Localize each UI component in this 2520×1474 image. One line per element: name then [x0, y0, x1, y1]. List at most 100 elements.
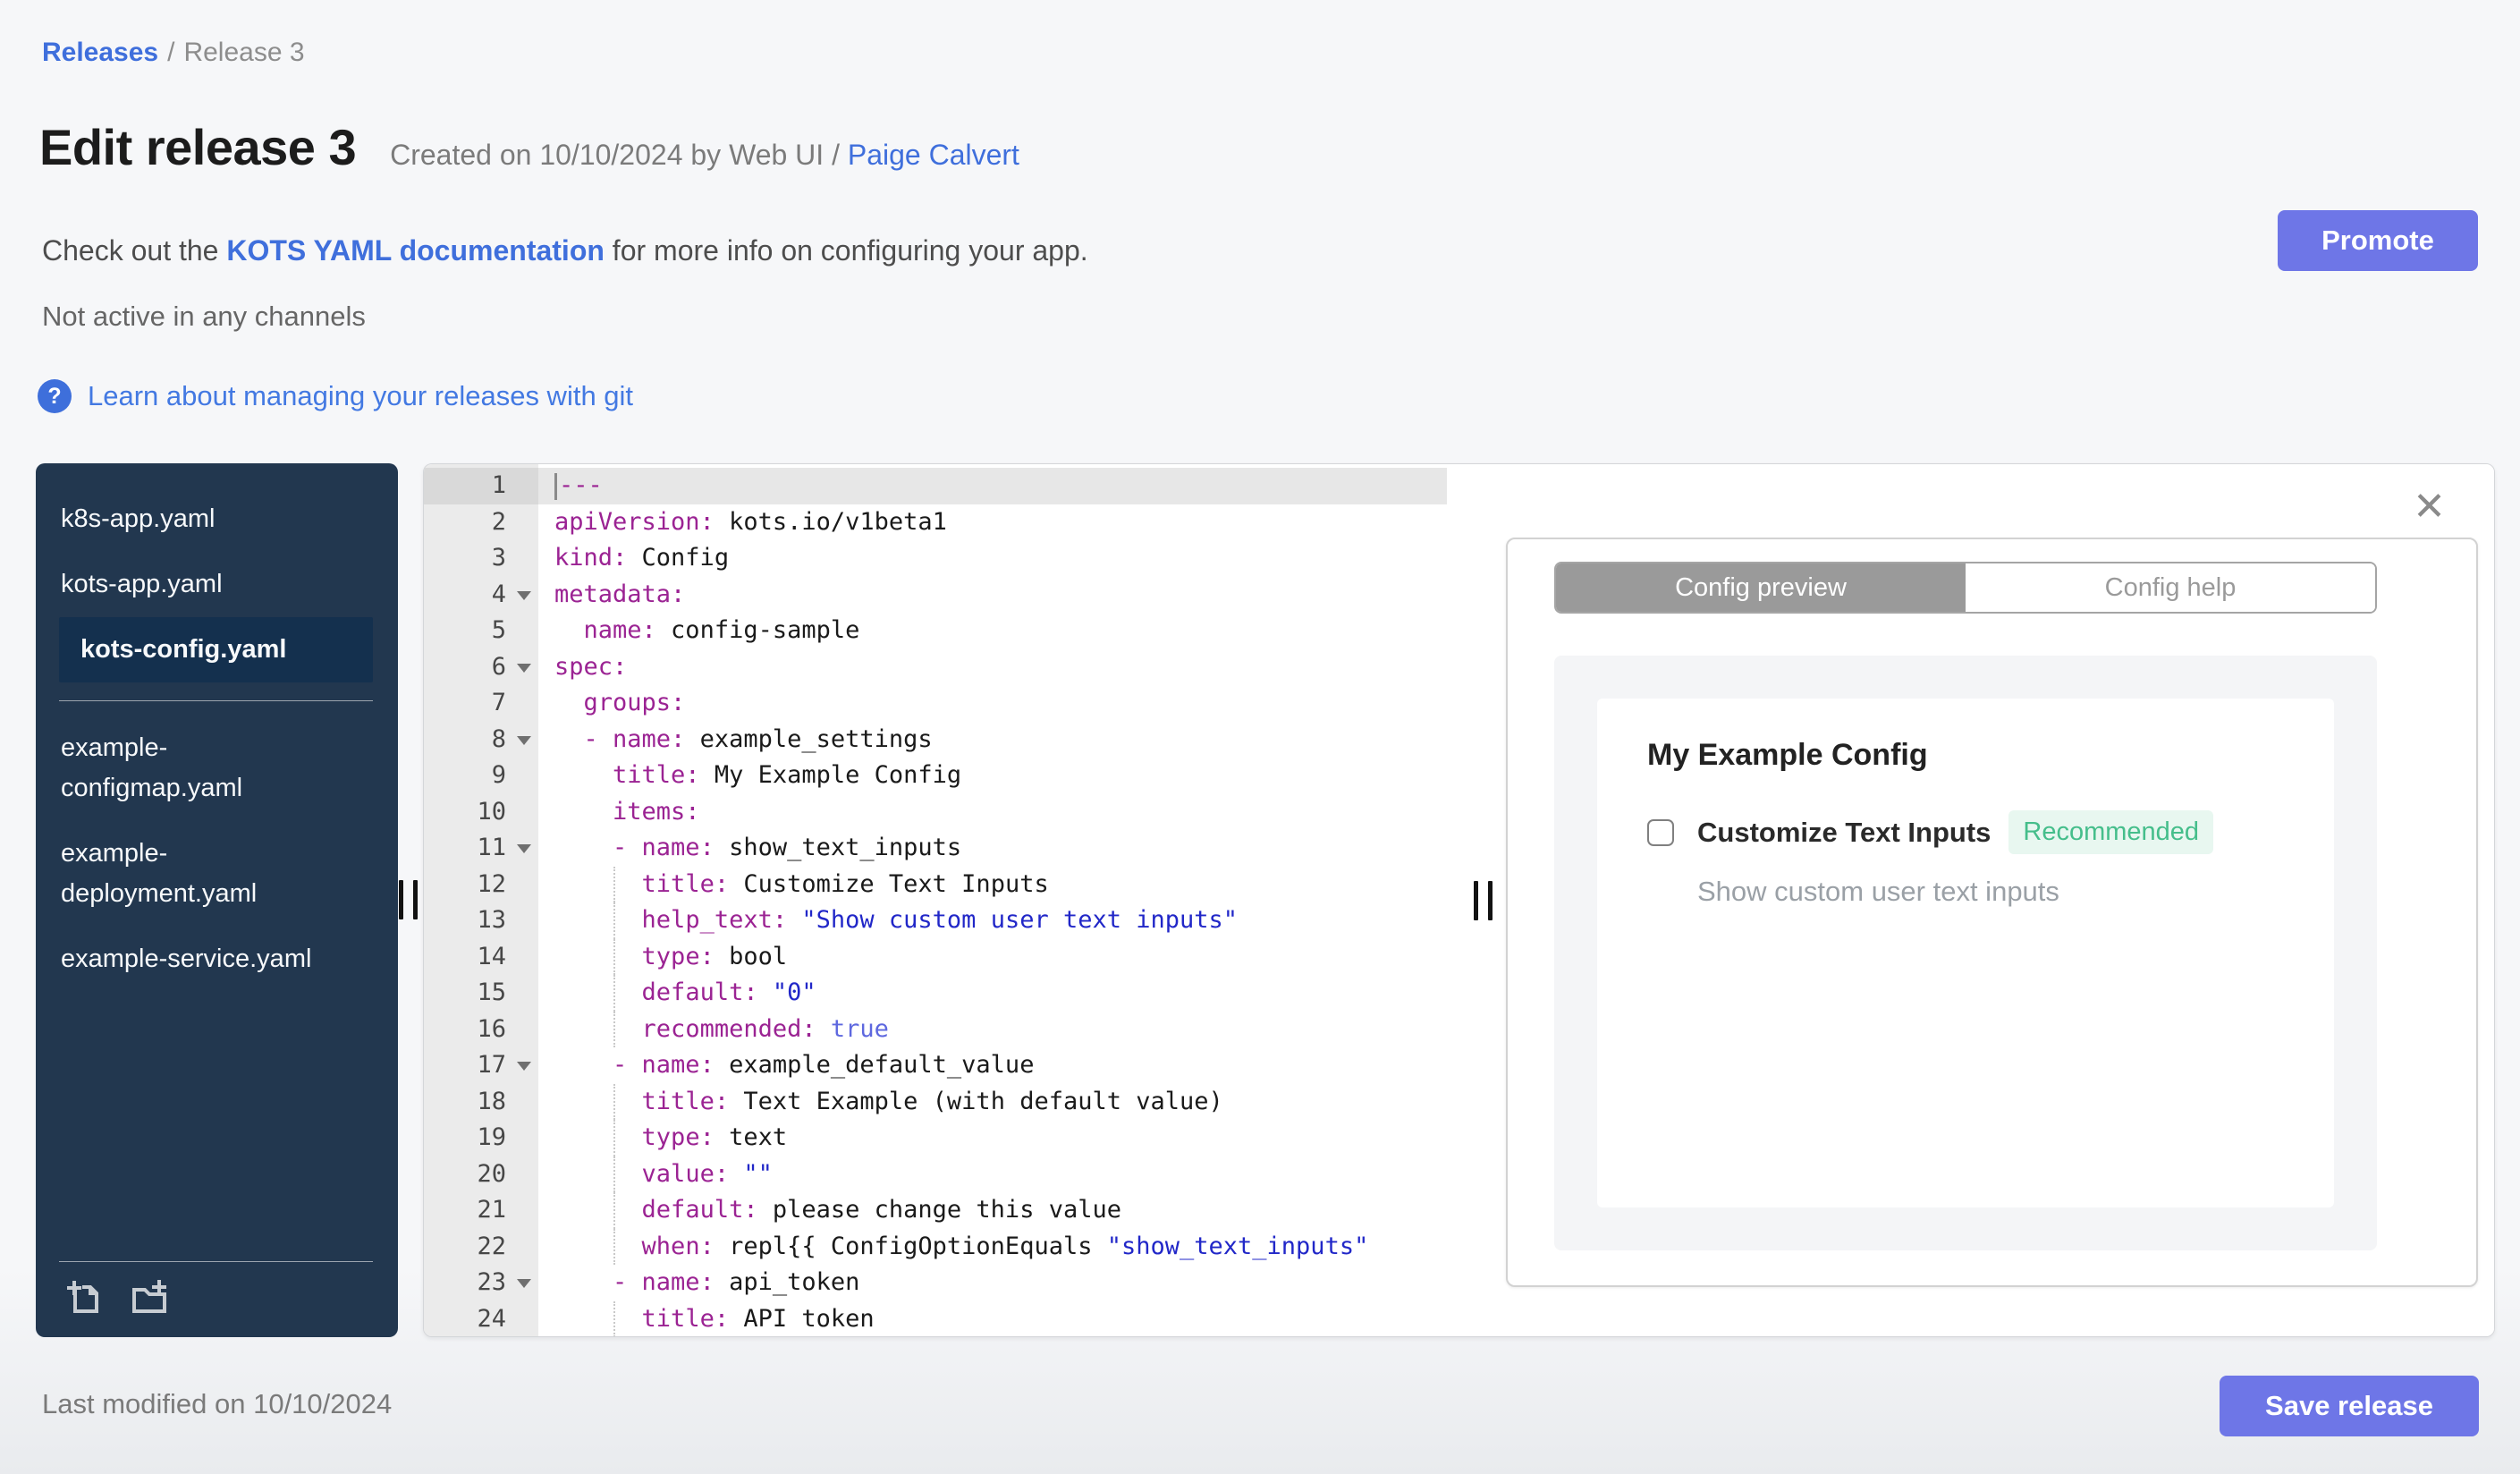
code-line-24: 24 title: API token	[424, 1300, 1447, 1336]
preview-resize-handle[interactable]	[1474, 881, 1493, 920]
code-line-10: 10 items:	[424, 793, 1447, 830]
new-file-icon[interactable]	[63, 1276, 104, 1317]
code-text: ---	[538, 468, 1447, 504]
sidebar-file-example-service-yaml[interactable]: example-service.yaml	[59, 927, 373, 992]
code-line-2: 2 apiVersion: kots.io/v1beta1	[424, 504, 1447, 540]
code-line-15: 15 default: "0"	[424, 975, 1447, 1012]
question-circle-icon[interactable]: ?	[38, 379, 72, 413]
breadcrumb: Releases / Release 3	[42, 38, 305, 68]
code-line-8: 8 - name: example_settings	[424, 721, 1447, 758]
code-text: type: text	[538, 1120, 1447, 1156]
sidebar-file-kots-app-yaml[interactable]: kots-app.yaml	[59, 552, 373, 617]
code-text: groups:	[583, 689, 686, 716]
fold-arrow-icon[interactable]	[517, 1062, 531, 1071]
code-line-1: 1 ---	[424, 468, 1447, 504]
line-number: 21	[424, 1192, 538, 1229]
code-line-7: 7 groups:	[424, 685, 1447, 722]
line-number: 8	[424, 721, 538, 758]
title-row: Edit release 3 Created on 10/10/2024 by …	[39, 118, 1019, 176]
code-line-19: 19 type: text	[424, 1120, 1447, 1156]
new-folder-icon[interactable]	[127, 1276, 172, 1317]
close-icon[interactable]: ✕	[2413, 487, 2446, 527]
yaml-code-editor[interactable]: 1 --- 2 apiVersion: kots.io/v1beta1 3 kind: C…	[424, 464, 1447, 1336]
line-number: 24	[424, 1300, 538, 1336]
code-line-3: 3 kind: Config	[424, 540, 1447, 577]
tab-config-help[interactable]: Config help	[1966, 563, 2375, 612]
code-line-21: 21 default: please change this value	[424, 1192, 1447, 1229]
preview-tabs: Config preview Config help	[1554, 562, 2377, 614]
line-number: 9	[424, 758, 538, 794]
customize-text-inputs-checkbox[interactable]	[1647, 818, 1674, 846]
fold-arrow-icon[interactable]	[517, 735, 531, 745]
code-line-14: 14 type: bool	[424, 938, 1447, 976]
sidebar-file-example-configmap-yaml[interactable]: example-configmap.yaml	[59, 716, 373, 821]
code-line-12: 12 title: Customize Text Inputs	[424, 866, 1447, 903]
sidebar-file-kots-config-yaml[interactable]: kots-config.yaml	[59, 617, 373, 682]
text-cursor	[554, 472, 557, 500]
line-number: 2	[424, 504, 538, 540]
line-number: 12	[424, 866, 538, 902]
docs-prefix: Check out the	[42, 234, 227, 267]
docs-line: Check out the KOTS YAML documentation fo…	[42, 234, 1088, 267]
created-on-text: Created on 10/10/2024 by Web UI / Paige …	[390, 139, 1019, 172]
sidebar-file-k8s-app-yaml[interactable]: k8s-app.yaml	[59, 487, 373, 552]
line-number: 11	[424, 830, 538, 867]
file-sidebar: k8s-app.yaml kots-app.yaml kots-config.yam…	[36, 463, 398, 1337]
code-text: help_text: "Show custom user text inputs…	[538, 902, 1447, 939]
code-text: kind: Config	[554, 544, 730, 572]
edit-release-page: Releases / Release 3 Edit release 3 Create…	[0, 0, 2520, 1474]
code-text: type: bool	[538, 938, 1447, 976]
git-releases-link[interactable]: Learn about managing your releases with …	[88, 380, 633, 412]
code-text: title: Customize Text Inputs	[538, 866, 1447, 903]
code-text: - name: example_default_value	[613, 1051, 1035, 1079]
code-text: default: please change this value	[538, 1192, 1447, 1229]
line-number: 10	[424, 793, 538, 830]
code-text: metadata:	[554, 580, 686, 608]
code-line-22: 22 when: repl{{ ConfigOptionEquals "show…	[424, 1228, 1447, 1265]
docs-suffix: for more info on configuring your app.	[604, 234, 1088, 267]
kots-docs-link[interactable]: KOTS YAML documentation	[226, 234, 605, 267]
line-number: 19	[424, 1120, 538, 1156]
config-preview-panel: ✕ Config preview Config help My Example …	[1447, 464, 2494, 1336]
code-text: apiVersion: kots.io/v1beta1	[554, 507, 947, 536]
line-number: 18	[424, 1083, 538, 1120]
recommended-badge: Recommended	[2008, 810, 2214, 854]
code-text: title: Text Example (with default value)	[538, 1083, 1447, 1121]
code-line-9: 9 title: My Example Config	[424, 758, 1447, 794]
code-line-16: 16 recommended: true	[424, 1011, 1447, 1047]
code-line-23: 23 - name: api_token	[424, 1265, 1447, 1301]
save-release-button[interactable]: Save release	[2220, 1376, 2479, 1436]
line-number: 13	[424, 902, 538, 939]
config-group-title: My Example Config	[1647, 738, 1928, 772]
breadcrumb-releases-link[interactable]: Releases	[42, 38, 158, 67]
sidebar-resize-handle[interactable]	[399, 880, 418, 919]
code-text: - name: show_text_inputs	[613, 834, 962, 861]
sidebar-divider	[59, 700, 373, 701]
line-number: 17	[424, 1047, 538, 1084]
code-text: name: config-sample	[583, 616, 860, 644]
author-link[interactable]: Paige Calvert	[848, 139, 1019, 171]
config-item-row: Customize Text Inputs Recommended	[1647, 810, 2334, 854]
channel-status: Not active in any channels	[42, 301, 366, 332]
fold-arrow-icon[interactable]	[517, 590, 531, 600]
git-help-line: ? Learn about managing your releases wit…	[38, 379, 633, 413]
page-title: Edit release 3	[39, 119, 357, 175]
breadcrumb-current: Release 3	[183, 38, 305, 67]
line-number: 16	[424, 1011, 538, 1047]
fold-arrow-icon[interactable]	[517, 1279, 531, 1288]
line-number: 5	[424, 613, 538, 649]
code-text: title: My Example Config	[613, 761, 962, 789]
promote-button[interactable]: Promote	[2278, 210, 2478, 271]
fold-arrow-icon[interactable]	[517, 844, 531, 853]
line-number: 7	[424, 685, 538, 722]
code-text: title: API token	[538, 1300, 1447, 1336]
code-text: spec:	[554, 652, 628, 681]
tab-config-preview[interactable]: Config preview	[1556, 563, 1966, 612]
code-line-17: 17 - name: example_default_value	[424, 1047, 1447, 1084]
code-line-4: 4 metadata:	[424, 576, 1447, 613]
sidebar-file-example-deployment-yaml[interactable]: example-deployment.yaml	[59, 821, 373, 927]
code-text: - name: api_token	[613, 1268, 860, 1296]
line-number: 1	[424, 468, 538, 504]
config-item-label: Customize Text Inputs	[1697, 816, 1991, 848]
fold-arrow-icon[interactable]	[517, 663, 531, 673]
